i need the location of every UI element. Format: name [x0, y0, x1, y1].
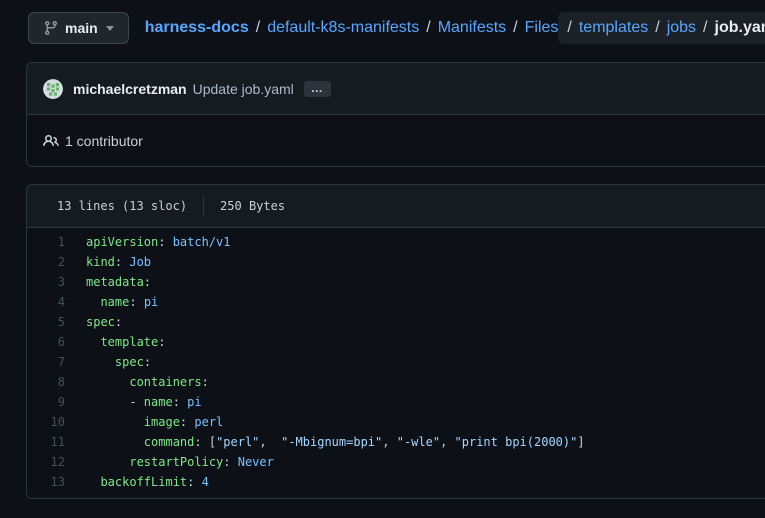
- code-line: 2 kind: Job: [27, 252, 765, 272]
- line-number[interactable]: 4: [27, 292, 65, 312]
- breadcrumb-separator: /: [249, 19, 267, 37]
- code-line-text: name: pi: [86, 292, 158, 312]
- breadcrumb-highlight: /templates/jobs/job.yaml: [558, 12, 765, 44]
- breadcrumb-link-harness-docs[interactable]: harness-docs: [145, 19, 249, 37]
- code-line: 3 metadata:: [27, 272, 765, 292]
- code-line: 5 spec:: [27, 312, 765, 332]
- file-meta-divider: [203, 196, 204, 216]
- avatar[interactable]: [43, 79, 63, 99]
- breadcrumb-separator: /: [560, 19, 578, 37]
- breadcrumb-separator: /: [648, 19, 666, 37]
- branch-selector-button[interactable]: main: [28, 12, 129, 44]
- code-line-text: template:: [86, 332, 165, 352]
- top-bar: main harness-docs/default-k8s-manifests/…: [0, 0, 765, 44]
- code-line-text: spec:: [86, 352, 151, 372]
- breadcrumb-current-file: job.yaml: [715, 19, 765, 37]
- breadcrumb: harness-docs/default-k8s-manifests/Manif…: [145, 12, 765, 44]
- code-line: 6 template:: [27, 332, 765, 352]
- file-size-label: 250 Bytes: [220, 199, 285, 213]
- branch-name-label: main: [65, 20, 98, 36]
- code-line: 12 restartPolicy: Never: [27, 452, 765, 472]
- code-line-text: containers:: [86, 372, 209, 392]
- file-lines-info: 13 lines (13 sloc): [57, 199, 187, 213]
- code-line-text: spec:: [86, 312, 122, 332]
- line-number[interactable]: 10: [27, 412, 65, 432]
- code-line: 8 containers:: [27, 372, 765, 392]
- contributors-row: 1 contributor: [27, 115, 765, 166]
- code-line: 11 command: ["perl", "-Mbignum=bpi", "-w…: [27, 432, 765, 452]
- code-line-text: restartPolicy: Never: [86, 452, 274, 472]
- code-line: 1 apiVersion: batch/v1: [27, 232, 765, 252]
- line-number[interactable]: 3: [27, 272, 65, 292]
- code-line: 4 name: pi: [27, 292, 765, 312]
- breadcrumb-link-jobs[interactable]: jobs: [667, 19, 696, 37]
- code-line: 10 image: perl: [27, 412, 765, 432]
- line-number[interactable]: 9: [27, 392, 65, 412]
- code-line-text: - name: pi: [86, 392, 202, 412]
- line-number[interactable]: 2: [27, 252, 65, 272]
- line-number[interactable]: 13: [27, 472, 65, 492]
- code-line-text: command: ["perl", "-Mbignum=bpi", "-wle"…: [86, 432, 585, 452]
- code-line-text: kind: Job: [86, 252, 151, 272]
- line-number[interactable]: 7: [27, 352, 65, 372]
- commit-ellipsis-button[interactable]: …: [304, 81, 331, 97]
- breadcrumb-link-templates[interactable]: templates: [579, 19, 648, 37]
- commit-message-link[interactable]: Update job.yaml: [193, 81, 294, 97]
- breadcrumb-separator: /: [696, 19, 714, 37]
- contributors-link[interactable]: 1 contributor: [65, 133, 143, 149]
- line-number[interactable]: 11: [27, 432, 65, 452]
- code-line-text: apiVersion: batch/v1: [86, 232, 231, 252]
- code-line: 9 - name: pi: [27, 392, 765, 412]
- breadcrumb-separator: /: [506, 19, 524, 37]
- latest-commit-box: michaelcretzman Update job.yaml … 1 cont…: [26, 62, 765, 167]
- line-number[interactable]: 12: [27, 452, 65, 472]
- people-icon: [43, 133, 65, 149]
- code-line-text: metadata:: [86, 272, 151, 292]
- breadcrumb-link-Files[interactable]: Files: [525, 19, 559, 37]
- line-number[interactable]: 5: [27, 312, 65, 332]
- file-meta-header: 13 lines (13 sloc) 250 Bytes: [27, 185, 765, 228]
- line-number[interactable]: 6: [27, 332, 65, 352]
- breadcrumb-separator: /: [419, 19, 437, 37]
- git-branch-icon: [43, 20, 59, 36]
- breadcrumb-link-default-k8s-manifests[interactable]: default-k8s-manifests: [267, 19, 419, 37]
- latest-commit-row: michaelcretzman Update job.yaml …: [27, 63, 765, 115]
- code-line-text: backoffLimit: 4: [86, 472, 209, 492]
- code-line: 13 backoffLimit: 4: [27, 472, 765, 492]
- code-line: 7 spec:: [27, 352, 765, 372]
- commit-author-link[interactable]: michaelcretzman: [73, 81, 187, 97]
- line-number[interactable]: 1: [27, 232, 65, 252]
- code-line-text: image: perl: [86, 412, 223, 432]
- breadcrumb-link-Manifests[interactable]: Manifests: [438, 19, 506, 37]
- chevron-down-icon: [106, 26, 114, 31]
- code-lines: 1 apiVersion: batch/v1 2 kind: Job 3 metadata…: [27, 228, 765, 498]
- file-content-box: 13 lines (13 sloc) 250 Bytes 1 apiVersion…: [26, 184, 765, 499]
- line-number[interactable]: 8: [27, 372, 65, 392]
